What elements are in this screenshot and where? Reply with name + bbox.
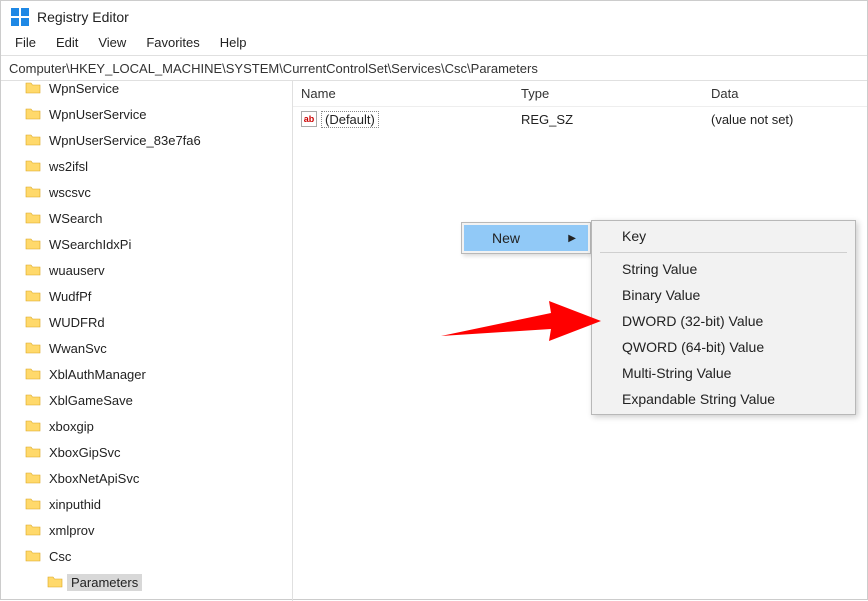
folder-icon	[25, 184, 41, 200]
tree-item-label: ws2ifsl	[45, 158, 92, 175]
tree-item-label: XblGameSave	[45, 392, 137, 409]
column-data[interactable]: Data	[703, 82, 867, 105]
menu-help[interactable]: Help	[212, 33, 255, 52]
tree-item[interactable]: WUDFRd	[7, 309, 292, 335]
tree-item-label: WSearch	[45, 210, 106, 227]
tree-item-label: WudfPf	[45, 288, 95, 305]
submenu-expandable-string-value[interactable]: Expandable String Value	[592, 386, 855, 412]
tree-item-label: XboxGipSvc	[45, 444, 125, 461]
tree-item[interactable]: xinputhid	[7, 491, 292, 517]
folder-icon	[25, 81, 41, 96]
tree-item-label: WpnUserService	[45, 106, 151, 123]
folder-icon	[25, 418, 41, 434]
column-name[interactable]: Name	[293, 82, 513, 105]
submenu-qword-value[interactable]: QWORD (64-bit) Value	[592, 334, 855, 360]
tree-item[interactable]: XblGameSave	[7, 387, 292, 413]
tree-item[interactable]: XblAuthManager	[7, 361, 292, 387]
tree-item[interactable]: xboxgip	[7, 413, 292, 439]
tree-item[interactable]: WwanSvc	[7, 335, 292, 361]
tree-item[interactable]: WpnUserService	[7, 101, 292, 127]
folder-icon	[25, 366, 41, 382]
tree-item[interactable]: WpnService	[7, 81, 292, 101]
tree-item-label: wuauserv	[45, 262, 109, 279]
folder-icon	[25, 392, 41, 408]
folder-icon	[25, 210, 41, 226]
folder-icon	[25, 340, 41, 356]
list-row[interactable]: ab (Default) REG_SZ (value not set)	[293, 107, 867, 131]
value-type: REG_SZ	[513, 110, 703, 129]
tree-item[interactable]: Csc	[7, 543, 292, 569]
submenu-key[interactable]: Key	[592, 223, 855, 249]
menu-file[interactable]: File	[7, 33, 44, 52]
tree-item-label: xmlprov	[45, 522, 99, 539]
menu-edit[interactable]: Edit	[48, 33, 86, 52]
folder-icon	[25, 548, 41, 564]
tree-item-label: Parameters	[67, 574, 142, 591]
tree-item[interactable]: WpnUserService_83e7fa6	[7, 127, 292, 153]
folder-icon	[25, 496, 41, 512]
regedit-icon	[11, 8, 29, 26]
value-data: (value not set)	[703, 110, 867, 129]
folder-icon	[25, 444, 41, 460]
submenu-dword-value[interactable]: DWORD (32-bit) Value	[592, 308, 855, 334]
context-menu-new-label: New	[492, 230, 520, 246]
folder-icon	[25, 522, 41, 538]
value-name: (Default)	[321, 111, 379, 128]
tree-item-label: XboxNetApiSvc	[45, 470, 143, 487]
context-menu[interactable]: New ▶	[461, 222, 591, 254]
address-path: Computer\HKEY_LOCAL_MACHINE\SYSTEM\Curre…	[9, 61, 538, 76]
submenu-string-value[interactable]: String Value	[592, 256, 855, 282]
tree-item-label: wscsvc	[45, 184, 95, 201]
tree-item-label: xboxgip	[45, 418, 98, 435]
submenu-multi-string-value[interactable]: Multi-String Value	[592, 360, 855, 386]
tree-item-label: WwanSvc	[45, 340, 111, 357]
tree-item-label: Csc	[45, 548, 75, 565]
folder-icon	[25, 236, 41, 252]
address-bar[interactable]: Computer\HKEY_LOCAL_MACHINE\SYSTEM\Curre…	[1, 55, 867, 81]
folder-icon	[25, 314, 41, 330]
column-type[interactable]: Type	[513, 82, 703, 105]
folder-icon	[25, 158, 41, 174]
menu-bar: File Edit View Favorites Help	[1, 31, 867, 55]
tree-item[interactable]: Parameters	[7, 569, 292, 595]
menu-separator	[600, 252, 847, 253]
tree-item[interactable]: XboxNetApiSvc	[7, 465, 292, 491]
menu-favorites[interactable]: Favorites	[138, 33, 207, 52]
tree-item[interactable]: xmlprov	[7, 517, 292, 543]
tree-item-label: WpnUserService_83e7fa6	[45, 132, 205, 149]
chevron-right-icon: ▶	[568, 233, 576, 244]
tree-item-label: XblAuthManager	[45, 366, 150, 383]
menu-view[interactable]: View	[90, 33, 134, 52]
list-header: Name Type Data	[293, 81, 867, 107]
folder-icon	[47, 574, 63, 590]
tree-pane[interactable]: WpnService WpnUserService WpnUserService_8…	[1, 81, 293, 601]
folder-icon	[25, 132, 41, 148]
tree-item[interactable]: WSearch	[7, 205, 292, 231]
context-menu-new[interactable]: New ▶	[464, 225, 588, 251]
tree-item-label: WUDFRd	[45, 314, 109, 331]
string-value-icon: ab	[301, 111, 317, 127]
tree-item-label: WpnService	[45, 81, 123, 97]
tree-item[interactable]: WSearchIdxPi	[7, 231, 292, 257]
tree-item[interactable]: wuauserv	[7, 257, 292, 283]
tree-item[interactable]: wscsvc	[7, 179, 292, 205]
tree-item[interactable]: ws2ifsl	[7, 153, 292, 179]
tree-item-label: xinputhid	[45, 496, 105, 513]
context-submenu[interactable]: Key String Value Binary Value DWORD (32-…	[591, 220, 856, 415]
window-title: Registry Editor	[37, 9, 129, 25]
folder-icon	[25, 288, 41, 304]
folder-icon	[25, 262, 41, 278]
tree-item[interactable]: XboxGipSvc	[7, 439, 292, 465]
tree-item[interactable]: WudfPf	[7, 283, 292, 309]
submenu-binary-value[interactable]: Binary Value	[592, 282, 855, 308]
tree-item-label: WSearchIdxPi	[45, 236, 135, 253]
folder-icon	[25, 470, 41, 486]
folder-icon	[25, 106, 41, 122]
title-bar: Registry Editor	[1, 1, 867, 31]
